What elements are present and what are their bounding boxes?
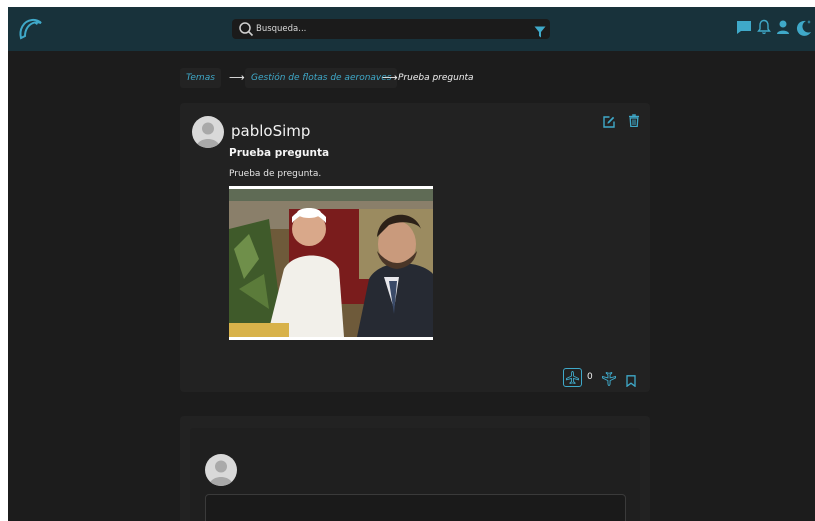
vote-controls: 0 — [563, 368, 643, 388]
breadcrumb-separator: ⟶ — [229, 71, 245, 84]
top-navbar — [8, 7, 815, 51]
bell-icon[interactable] — [757, 19, 771, 35]
breadcrumb-topic-link[interactable]: Gestión de flotas de aeronaves — [245, 68, 398, 88]
search-input[interactable] — [256, 20, 526, 38]
question-card: pabloSimp Prueba pregunta Prueba de preg… — [180, 103, 650, 392]
bookmark-icon[interactable] — [626, 372, 636, 388]
breadcrumb-temas-link[interactable]: Temas — [180, 68, 221, 88]
question-body: Prueba de pregunta. — [229, 169, 322, 179]
upvote-button[interactable] — [563, 368, 582, 387]
dolphin-logo-icon[interactable] — [17, 16, 43, 42]
filter-icon[interactable] — [534, 23, 546, 38]
app-frame: Temas ⟶ Gestión de flotas de aeronaves ⟶… — [8, 7, 815, 521]
edit-icon[interactable] — [603, 113, 615, 128]
search-bar — [232, 19, 550, 39]
vote-count: 0 — [587, 372, 593, 382]
question-image — [229, 186, 433, 340]
answer-card — [180, 416, 650, 521]
chat-icon[interactable] — [736, 19, 752, 35]
search-icon — [238, 21, 254, 37]
question-title: Prueba pregunta — [229, 147, 330, 159]
top-actions — [725, 19, 815, 39]
plane-down-icon[interactable] — [602, 371, 616, 386]
user-icon[interactable] — [776, 19, 790, 35]
trash-icon[interactable] — [628, 112, 640, 128]
avatar — [205, 454, 237, 486]
breadcrumb-current: Prueba pregunta — [398, 73, 474, 83]
moon-icon[interactable] — [795, 19, 813, 37]
author-username[interactable]: pabloSimp — [231, 122, 310, 140]
plane-up-icon — [566, 371, 579, 384]
avatar[interactable] — [192, 116, 224, 148]
breadcrumb-separator: ⟶ — [382, 71, 398, 84]
answer-textarea[interactable] — [205, 494, 626, 521]
